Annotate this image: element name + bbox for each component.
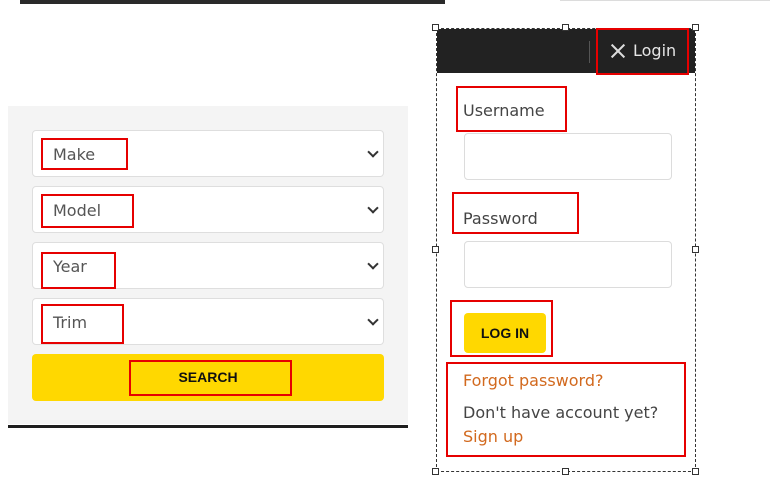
annotation-box-password: [452, 192, 579, 234]
annotation-box-make: [41, 138, 128, 170]
chevron-down-icon: [367, 202, 379, 214]
annotation-box-year: [41, 252, 116, 289]
annotation-box-trim: [41, 304, 124, 344]
resize-handle[interactable]: [432, 246, 439, 253]
panel-bottom-edge: [8, 425, 408, 428]
resize-handle[interactable]: [692, 468, 699, 475]
resize-handle[interactable]: [692, 24, 699, 31]
password-input[interactable]: [464, 241, 672, 288]
annotation-box-search: [129, 360, 292, 396]
resize-handle[interactable]: [432, 468, 439, 475]
chevron-down-icon: [367, 258, 379, 270]
annotation-box-login-button: [450, 300, 553, 357]
resize-handle[interactable]: [432, 24, 439, 31]
chevron-down-icon: [367, 146, 379, 158]
chevron-down-icon: [367, 314, 379, 326]
header-divider: [560, 0, 770, 1]
header-separator: [589, 41, 590, 63]
top-image-strip: [0, 0, 770, 5]
resize-handle[interactable]: [692, 246, 699, 253]
resize-handle[interactable]: [562, 468, 569, 475]
annotation-box-username: [456, 86, 567, 132]
header-image-edge: [20, 0, 445, 4]
annotation-box-login-header: [596, 28, 689, 75]
username-input[interactable]: [464, 133, 672, 180]
resize-handle[interactable]: [562, 24, 569, 31]
annotation-box-links: [446, 362, 686, 457]
annotation-box-model: [41, 194, 134, 228]
